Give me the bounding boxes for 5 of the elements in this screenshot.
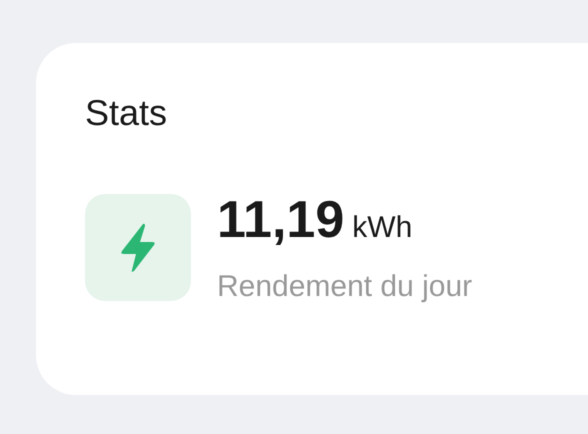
- stat-value: 11,19: [217, 194, 344, 246]
- card-title: Stats: [85, 95, 168, 131]
- stat-label: Rendement du jour: [217, 272, 472, 302]
- stat-unit: kWh: [352, 210, 412, 246]
- lightning-icon: [119, 222, 157, 272]
